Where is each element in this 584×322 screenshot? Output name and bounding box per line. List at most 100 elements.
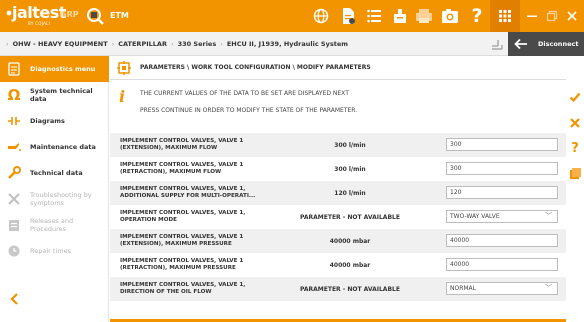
wrench-icon: [6, 165, 22, 181]
delete-icon[interactable]: [390, 6, 410, 26]
logo-subtext: BY COJALI: [28, 21, 51, 26]
minimize-icon[interactable]: [522, 6, 542, 26]
parameters-icon: [117, 61, 131, 75]
breadcrumb-item[interactable]: CATERPILLAR: [118, 40, 167, 48]
etm-label[interactable]: ETM: [110, 11, 129, 20]
table-row: IMPLEMENT CONTROL VALVES, VALVE 1 (RETRAC…: [110, 253, 566, 277]
sidebar-item-label: Releases and Procedures: [30, 217, 74, 233]
sidebar-item-technical-data[interactable]: Technical data: [0, 160, 109, 186]
printer-icon[interactable]: [414, 6, 434, 26]
disconnect-label: Disconnect: [538, 40, 579, 48]
parameter-current-value: 40000 mbar: [329, 262, 371, 269]
globe-icon[interactable]: [311, 6, 331, 26]
sidebar-item-label: Repair times: [30, 247, 71, 255]
table-row: IMPLEMENT CONTROL VALVES, VALVE 1, ADDITI…: [110, 181, 566, 205]
table-row: IMPLEMENT CONTROL VALVES, VALVE 1 (EXTENS…: [110, 229, 566, 253]
parameter-name: IMPLEMENT CONTROL VALVES, VALVE 1, OPERAT…: [120, 210, 246, 223]
parameter-input[interactable]: 300: [446, 162, 558, 175]
parameter-current-value: 300 l/min: [334, 166, 366, 173]
breadcrumb-item[interactable]: OHW - HEAVY EQUIPMENT: [13, 40, 108, 48]
parameter-current-value: 40000 mbar: [329, 238, 371, 245]
parameter-current-value: PARAMETER - NOT AVAILABLE: [300, 214, 400, 221]
apps-button[interactable]: [490, 0, 520, 32]
sidebar-item-label: Diagnostics menu: [30, 65, 96, 73]
sidebar-item-diagrams[interactable]: Diagrams: [0, 108, 109, 134]
ohm-icon: Ω: [7, 86, 21, 104]
sidebar: Diagnostics menu Ω System technical data…: [0, 56, 109, 322]
list-icon[interactable]: [364, 6, 384, 26]
grp-label[interactable]: GRP: [60, 10, 79, 19]
parameter-name: IMPLEMENT CONTROL VALVES, VALVE 1 (EXTENS…: [120, 234, 244, 247]
breadcrumb-item[interactable]: 330 Series: [178, 40, 217, 48]
sidebar-item-diagnostics-menu[interactable]: Diagnostics menu: [0, 56, 109, 82]
cancel-icon[interactable]: [568, 116, 582, 130]
parameter-input[interactable]: 120: [446, 186, 558, 199]
help-icon[interactable]: ?: [568, 142, 582, 156]
breadcrumb-separator: ›: [170, 40, 174, 48]
chevron-down-icon: ﹀: [545, 284, 552, 292]
parameter-name: IMPLEMENT CONTROL VALVES, VALVE 1, ADDITI…: [120, 186, 256, 199]
jaltest-logo: jaltest BY COJALI: [6, 4, 66, 28]
info-text-line-1: THE CURRENT VALUES OF THE DATA TO BE SET…: [140, 90, 349, 97]
arrow-left-icon: [514, 38, 527, 50]
parameter-current-value: 300 l/min: [334, 142, 366, 149]
camera-icon[interactable]: [440, 6, 460, 26]
info-text-line-2: PRESS CONTINUE IN ORDER TO MODIFY THE ST…: [140, 107, 358, 114]
sidebar-item-label: Maintenance data: [30, 143, 96, 151]
table-row: IMPLEMENT CONTROL VALVES, VALVE 1 (RETRAC…: [110, 157, 566, 181]
breadcrumb-item[interactable]: EHCU II, J1939, Hydraulic System: [227, 40, 348, 48]
table-row: IMPLEMENT CONTROL VALVES, VALVE 1 (EXTENS…: [110, 133, 566, 157]
disconnect-button[interactable]: Disconnect: [508, 32, 584, 56]
info-panel: i THE CURRENT VALUES OF THE DATA TO BE S…: [110, 80, 566, 124]
main-header: PARAMETERS \ WORK TOOL CONFIGURATION \ M…: [110, 56, 566, 80]
document-icon[interactable]: [338, 6, 358, 26]
top-bar: jaltest BY COJALI GRP ETM ?: [0, 0, 584, 32]
diagram-icon: [6, 113, 22, 129]
tools-icon: [6, 191, 22, 207]
sidebar-item-maintenance-data[interactable]: Maintenance data: [0, 134, 109, 160]
apps-icon: [499, 10, 511, 22]
info-icon: i: [119, 87, 126, 106]
parameter-current-value: 120 l/min: [334, 190, 366, 197]
connection-icon: [492, 40, 503, 50]
sidebar-item-releases-procedures: Releases and Procedures: [0, 212, 109, 238]
check-icon[interactable]: [568, 90, 582, 104]
action-bar: ?: [566, 56, 584, 322]
sidebar-item-label: Technical data: [30, 169, 83, 177]
parameter-input[interactable]: 300: [446, 138, 558, 151]
help-icon[interactable]: ?: [467, 6, 487, 26]
sidebar-item-label: Troubleshooting by symptoms: [30, 191, 92, 207]
book-icon[interactable]: [568, 166, 582, 180]
sidebar-item-troubleshooting: Troubleshooting by symptoms: [0, 186, 109, 212]
parameter-input[interactable]: 40000: [446, 234, 558, 247]
back-chevron-icon[interactable]: [8, 292, 22, 306]
breadcrumb-bar: › OHW - HEAVY EQUIPMENT › CATERPILLAR › …: [0, 32, 584, 56]
restore-icon[interactable]: [542, 6, 562, 26]
parameter-input[interactable]: 40000: [446, 258, 558, 271]
parameter-select[interactable]: TWO-WAY VALVE ﹀: [446, 210, 558, 223]
table-row: IMPLEMENT CONTROL VALVES, VALVE 1, OPERAT…: [110, 205, 566, 229]
logo-text: jaltest: [12, 3, 66, 22]
parameter-name: IMPLEMENT CONTROL VALVES, VALVE 1, DIRECT…: [120, 282, 246, 295]
parameter-name: IMPLEMENT CONTROL VALVES, VALVE 1 (RETRAC…: [120, 162, 244, 175]
page-title: PARAMETERS \ WORK TOOL CONFIGURATION \ M…: [140, 64, 371, 71]
sidebar-item-system-technical-data[interactable]: Ω System technical data: [0, 82, 109, 108]
parameter-current-value: PARAMETER - NOT AVAILABLE: [300, 286, 400, 293]
sidebar-item-repair-times: Repair times: [0, 238, 109, 264]
breadcrumb-separator: ›: [220, 40, 223, 48]
sidebar-item-label: System technical data: [30, 87, 93, 103]
oil-can-icon: [6, 139, 22, 155]
chevron-down-icon: ﹀: [545, 212, 552, 220]
sidebar-item-label: Diagrams: [30, 117, 65, 125]
releases-icon: [6, 217, 22, 233]
breadcrumb-separator: ›: [6, 40, 9, 48]
diagnostics-icon: [6, 61, 22, 77]
parameter-name: IMPLEMENT CONTROL VALVES, VALVE 1 (EXTENS…: [120, 138, 244, 151]
parameter-name: IMPLEMENT CONTROL VALVES, VALVE 1 (RETRAC…: [120, 258, 244, 271]
breadcrumb-separator: ›: [111, 40, 115, 48]
parameter-select[interactable]: NORMAL ﹀: [446, 282, 558, 295]
repair-times-icon: [6, 243, 22, 259]
etm-icon[interactable]: [85, 6, 105, 26]
close-icon[interactable]: [562, 6, 582, 26]
breadcrumb: › OHW - HEAVY EQUIPMENT › CATERPILLAR › …: [6, 32, 348, 56]
